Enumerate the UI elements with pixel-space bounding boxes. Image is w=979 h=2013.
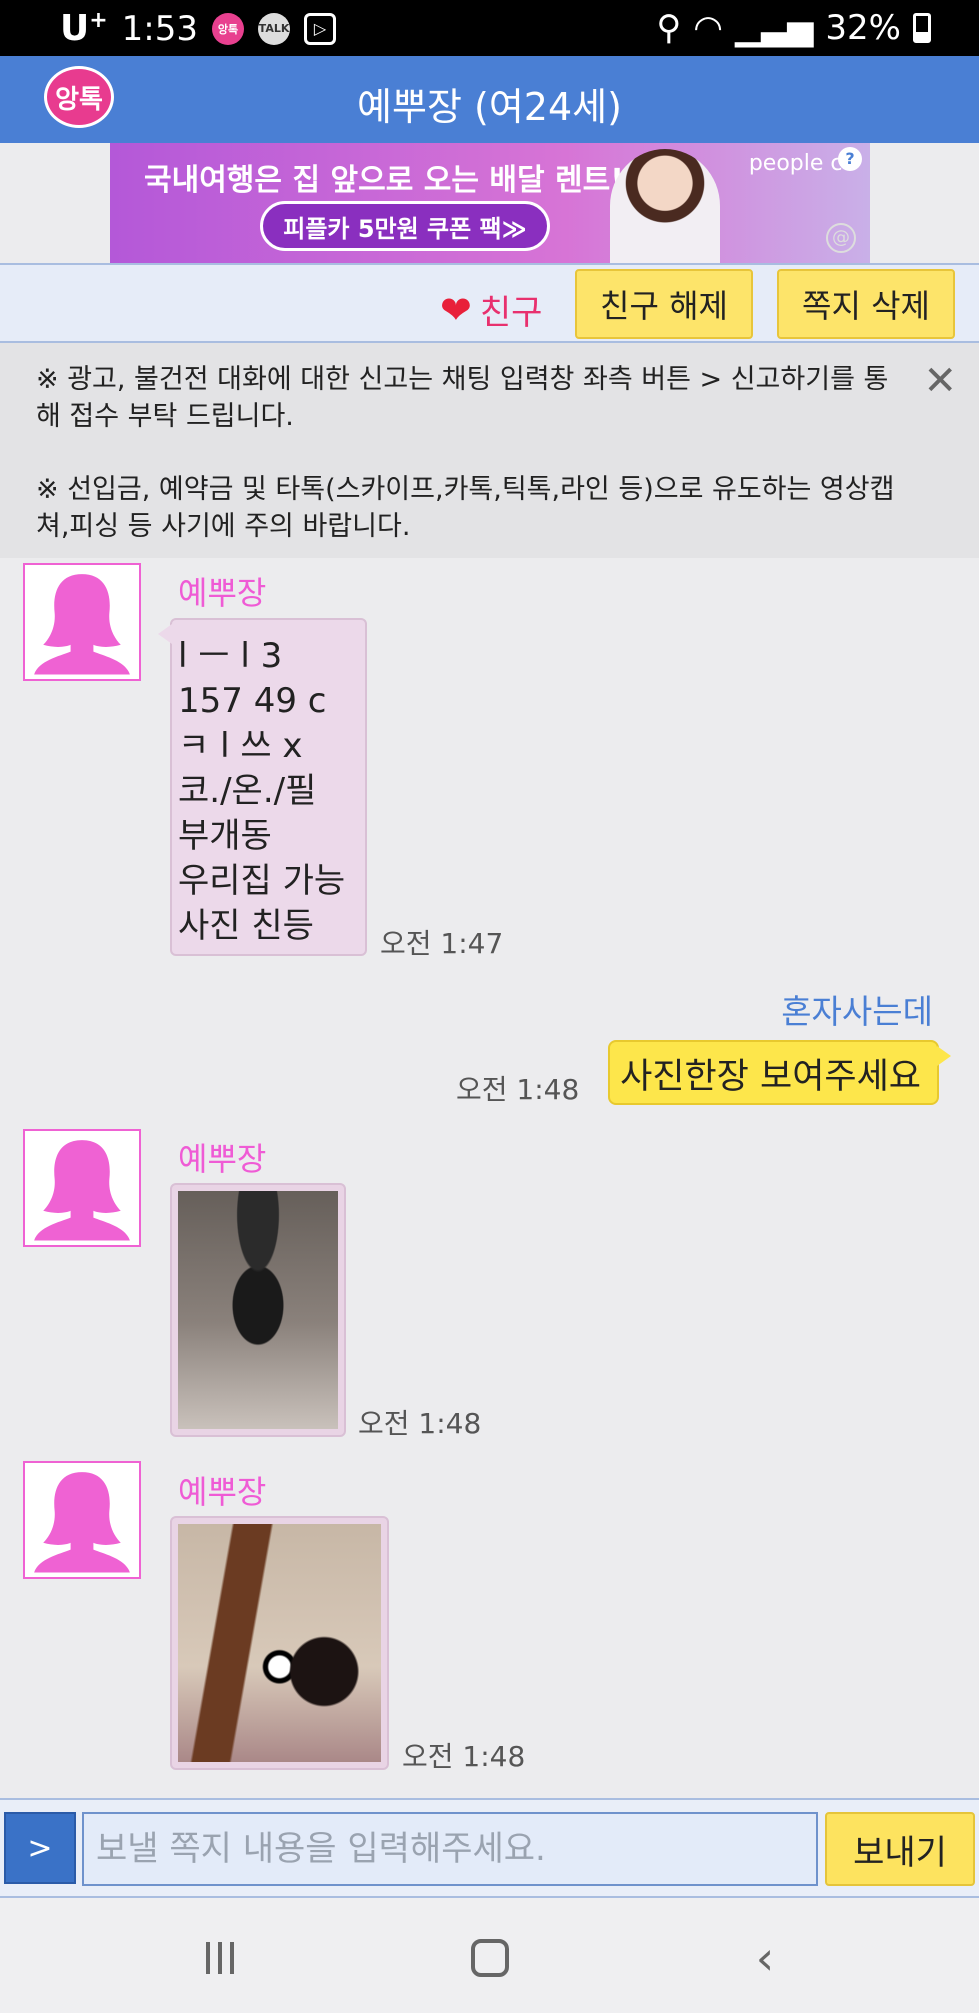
- action-bar: ❤ 친구 친구 해제 쪽지 삭제: [0, 263, 979, 343]
- back-icon[interactable]: ‹: [745, 1931, 785, 1985]
- ad-coupon-button[interactable]: 피플카 5만원 쿠폰 팩≫: [260, 201, 550, 251]
- female-silhouette-icon: [34, 1140, 130, 1241]
- message-time: 오전 1:47: [380, 927, 504, 960]
- ad-model-image: [610, 149, 720, 263]
- ad-headline: 국내여행은 집 앞으로 오는 배달 렌트!: [144, 163, 624, 198]
- ad-info-icon[interactable]: ?: [838, 147, 862, 171]
- photo-message[interactable]: [170, 1516, 389, 1770]
- safety-notice: ※ 광고, 불건전 대화에 대한 신고는 채팅 입력창 좌측 버튼 > 신고하기…: [0, 343, 979, 558]
- sender-name: 예뿌장: [178, 1140, 267, 1178]
- notice-report-text: ※ 광고, 불건전 대화에 대한 신고는 채팅 입력창 좌측 버튼 > 신고하기…: [36, 364, 889, 432]
- app-header: 앙톡 예뿌장 (여24세): [0, 56, 979, 143]
- message-text: l ㅡ l 3 157 49 c ㅋ l 쓰 x 코./온./필 부개동 우리집…: [178, 636, 346, 946]
- recent-apps-icon[interactable]: [190, 1936, 250, 1980]
- status-time: 1:53: [121, 8, 199, 49]
- avatar[interactable]: [23, 563, 141, 681]
- sender-name: 예뿌장: [178, 574, 267, 612]
- my-name: 혼자사는데: [781, 992, 933, 1031]
- message-bubble[interactable]: l ㅡ l 3 157 49 c ㅋ l 쓰 x 코./온./필 부개동 우리집…: [158, 618, 367, 956]
- status-right: ⚲ ◠ ▁▃▅ 32%: [656, 8, 931, 48]
- unfriend-button[interactable]: 친구 해제: [575, 269, 753, 339]
- friend-status: ❤ 친구: [440, 285, 542, 334]
- status-bar: U+ 1:53 앙톡 TALK ▷ ⚲ ◠ ▁▃▅ 32%: [0, 0, 979, 56]
- send-button[interactable]: 보내기: [825, 1812, 975, 1886]
- photo-message[interactable]: [170, 1183, 346, 1437]
- signal-icon: ▁▃▅: [734, 8, 814, 48]
- friend-label: 친구: [479, 293, 543, 333]
- screen-record-icon: ▷: [304, 12, 337, 45]
- wifi-icon: ◠: [693, 8, 723, 48]
- ad-mark-icon: @: [826, 223, 856, 253]
- notice-fraud-text: ※ 선입금, 예약금 및 타톡(스카이프,카톡,틱톡,라인 등)으로 유도하는 …: [36, 474, 895, 542]
- female-silhouette-icon: [34, 574, 130, 675]
- close-icon[interactable]: ✕: [923, 361, 957, 401]
- home-icon[interactable]: [468, 1936, 512, 1980]
- female-silhouette-icon: [34, 1472, 130, 1573]
- avatar[interactable]: [23, 1461, 141, 1579]
- message-time: 오전 1:48: [456, 1073, 580, 1106]
- message-time: 오전 1:48: [358, 1407, 482, 1440]
- shared-photo: [178, 1524, 381, 1762]
- delete-message-button[interactable]: 쪽지 삭제: [777, 269, 955, 339]
- shared-photo: [178, 1191, 338, 1429]
- system-nav-bar: ‹: [0, 1898, 979, 2013]
- battery-icon: [913, 13, 931, 43]
- message-input[interactable]: [82, 1812, 818, 1886]
- status-left: U+ 1:53 앙톡 TALK ▷: [60, 8, 337, 49]
- heart-icon: ❤: [440, 287, 472, 332]
- my-message-bubble[interactable]: 사진한장 보여주세요: [608, 1040, 951, 1105]
- yangtok-notification-icon: 앙톡: [212, 12, 245, 45]
- sender-name: 예뿌장: [178, 1473, 267, 1511]
- message-input-bar: > 보내기: [0, 1798, 979, 1898]
- avatar[interactable]: [23, 1129, 141, 1247]
- message-time: 오전 1:48: [402, 1740, 526, 1773]
- location-icon: ⚲: [656, 8, 682, 48]
- page-title: 예뿌장 (여24세): [357, 85, 622, 129]
- carrier-label: U+: [60, 8, 108, 49]
- talk-notification-icon: TALK: [258, 12, 291, 45]
- report-menu-button[interactable]: >: [4, 1812, 76, 1884]
- battery-percent: 32%: [825, 8, 901, 48]
- ad-banner[interactable]: 국내여행은 집 앞으로 오는 배달 렌트! 피플카 5만원 쿠폰 팩≫ peop…: [110, 143, 870, 263]
